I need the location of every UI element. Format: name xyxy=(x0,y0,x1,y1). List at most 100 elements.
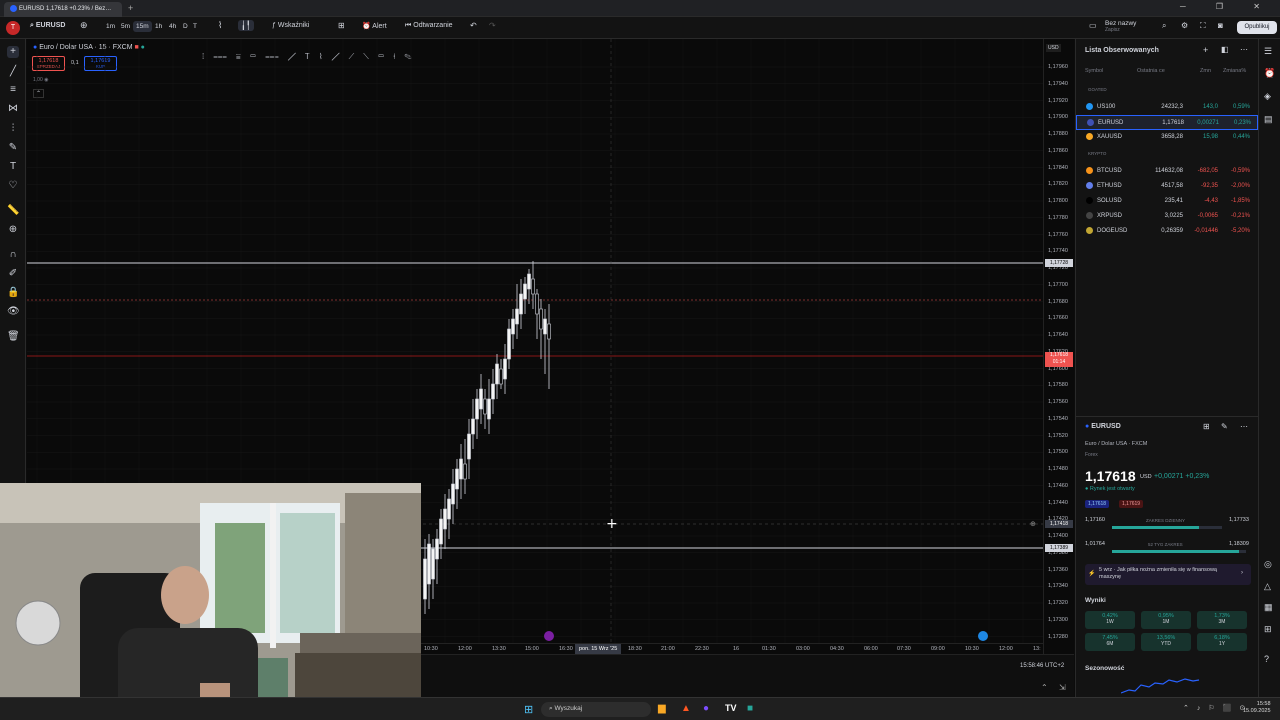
layout-icon[interactable]: ▭ xyxy=(1089,21,1097,30)
compare-symbol-icon[interactable]: ⊕ xyxy=(80,20,88,31)
file-explorer-icon[interactable]: ▆ xyxy=(658,703,666,714)
details-grid-icon[interactable]: ⊞ xyxy=(1203,422,1210,431)
redo-icon[interactable]: ↷ xyxy=(489,21,496,30)
watchlist-section-header[interactable]: GOATED xyxy=(1088,87,1107,92)
perf-cell[interactable]: 7,45% 6M xyxy=(1085,633,1135,651)
layout-name[interactable]: Bez nazwy Zapisz xyxy=(1105,20,1136,34)
watchlist-row[interactable]: US100 24232,3 143,0 0,59% xyxy=(1076,100,1258,115)
zoom-tool-icon[interactable]: ⊕ xyxy=(7,224,19,236)
text-tool-icon[interactable]: T xyxy=(7,161,19,173)
calendar-icon[interactable]: ▦ xyxy=(1264,602,1273,613)
fullscreen-icon[interactable]: ⛶ xyxy=(1200,21,1206,31)
alerts-icon[interactable]: ⏰ xyxy=(1264,68,1275,79)
indicators-label: Wskaźniki xyxy=(277,22,310,29)
help-icon[interactable]: ? xyxy=(1264,654,1269,664)
perf-cell[interactable]: 0,95% 1M xyxy=(1141,611,1191,629)
discord-icon[interactable]: ● xyxy=(703,703,709,714)
timeframe-1m[interactable]: 1m xyxy=(103,21,118,32)
perf-cell[interactable]: 13,56% YTD xyxy=(1141,633,1191,651)
avatar[interactable]: T xyxy=(6,21,20,35)
publish-button[interactable]: Opublikuj xyxy=(1237,21,1277,34)
triangle-icon[interactable]: △ xyxy=(1264,581,1271,592)
trendline-tool-icon[interactable]: ╱ xyxy=(7,66,19,78)
watchlist-icon[interactable]: ☰ xyxy=(1264,46,1272,57)
watchlist-row[interactable]: EURUSD 1,17618 0,00271 0,23% xyxy=(1076,115,1258,130)
news-item[interactable]: 5 wrz · Jak piłka nożna zmieniła się w f… xyxy=(1085,564,1251,585)
watchlist-row[interactable]: XAUUSD 3658,28 15,98 0,44% xyxy=(1076,130,1258,145)
watchlist-row[interactable]: SOLUSD 235,41 -4,43 -1,85% xyxy=(1076,194,1258,209)
details-more-icon[interactable]: ⋯ xyxy=(1240,422,1248,431)
pattern-tool-icon[interactable]: ⋈ xyxy=(7,103,19,115)
watchlist-title[interactable]: Lista Obserwowanych xyxy=(1085,47,1159,54)
apps-icon[interactable]: ⊞ xyxy=(1264,624,1272,635)
event-marker-icon xyxy=(544,631,554,641)
perf-cell[interactable]: 6,18% 1Y xyxy=(1197,633,1247,651)
app-icon[interactable]: ■ xyxy=(747,703,753,714)
undo-icon[interactable]: ↶ xyxy=(470,21,477,30)
time-axis[interactable]: 10:30 12:00 13:30 15:00 16:30 18:30 21:00 22:30… xyxy=(421,643,1043,654)
perf-cell[interactable]: 0,42% 1W xyxy=(1085,611,1135,629)
watchlist-row[interactable]: XRPUSD 3,0225 -0,0065 -0,21% xyxy=(1076,209,1258,224)
target-icon[interactable]: ◎ xyxy=(1264,559,1272,570)
quick-search-icon[interactable]: ⌕ xyxy=(1162,21,1166,31)
trash-icon[interactable]: 🗑 xyxy=(7,331,20,343)
crosshair-tool-icon[interactable]: + xyxy=(7,46,19,58)
taskbar-search[interactable]: ⌕ Wyszukaj xyxy=(541,702,651,717)
col-symbol[interactable]: Symbol xyxy=(1085,68,1103,74)
more-icon[interactable]: ⋯ xyxy=(1240,45,1248,54)
edit-icon[interactable]: ✎ xyxy=(1221,422,1228,431)
day-range-label: ZAKRES DZIENNY xyxy=(1146,518,1186,523)
ruler-tool-icon[interactable]: 📏 xyxy=(7,205,19,217)
clock-timezone[interactable]: 15:58:46 UTC+2 xyxy=(1020,663,1064,669)
icons-tool-icon[interactable]: ♡ xyxy=(7,180,19,192)
indicators-button[interactable]: ƒ Wskaźniki xyxy=(272,22,309,29)
symbol-search[interactable]: ⌕ EURUSD xyxy=(30,22,65,30)
add-symbol-icon[interactable]: + xyxy=(1203,45,1208,55)
layout-grid-icon[interactable]: ⊞ xyxy=(338,21,345,30)
candle-body xyxy=(503,358,507,380)
fib-tool-icon[interactable]: ≡ xyxy=(7,84,19,96)
wl-symbol: XAUUSD xyxy=(1097,134,1123,140)
candles-icon[interactable]: ╽╿ xyxy=(238,20,254,31)
lock-icon[interactable]: 🔒 xyxy=(7,287,19,299)
window-controls[interactable]: ─ ❐ ✕ xyxy=(1180,2,1274,11)
brush-tool-icon[interactable]: ✎ xyxy=(7,142,19,154)
timeframe-5m[interactable]: 5m xyxy=(118,21,133,32)
camera-icon[interactable]: ◙ xyxy=(1218,21,1223,30)
timeframe-15m[interactable]: 15m xyxy=(133,21,152,32)
col-last[interactable]: Ostatnia ce xyxy=(1137,68,1165,74)
forecast-tool-icon[interactable]: ⫶ xyxy=(7,123,19,135)
add-alert-icon[interactable]: ⊕ xyxy=(1030,520,1036,528)
currency-label[interactable]: USD xyxy=(1046,44,1061,52)
brave-icon[interactable]: ▲ xyxy=(681,703,691,714)
timeframe-1h[interactable]: 1h xyxy=(152,21,165,32)
watchlist-section-header[interactable]: KRYPTO xyxy=(1088,151,1106,156)
details-symbol[interactable]: ● EURUSD xyxy=(1085,423,1121,430)
alert-button[interactable]: ⏰ Alert xyxy=(362,22,387,30)
timeframe-T[interactable]: T xyxy=(190,21,200,32)
perf-cell[interactable]: 1,73% 3M xyxy=(1197,611,1247,629)
magnet-tool-icon[interactable]: ∩ xyxy=(7,249,19,261)
chat-icon[interactable]: ▤ xyxy=(1264,114,1273,125)
watchlist-row[interactable]: BTCUSD 114632,08 -682,05 -0,59% xyxy=(1076,164,1258,179)
settings-icon[interactable]: ⚙ xyxy=(1181,21,1188,30)
maximize-panel-icon[interactable]: ⇲ xyxy=(1059,683,1066,692)
tradingview-app-icon[interactable]: TV xyxy=(725,703,737,713)
col-chg[interactable]: Zmn xyxy=(1200,68,1211,74)
browser-tab[interactable]: EURUSD 1,17618 +0.23% / Bez… xyxy=(4,2,122,17)
stay-drawing-icon[interactable]: ✐ xyxy=(7,268,19,280)
taskbar-clock[interactable]: 15:58 15.09.2025 xyxy=(1243,701,1271,715)
layers-icon[interactable]: ◈ xyxy=(1264,91,1271,102)
col-chgpct[interactable]: Zmiana% xyxy=(1223,68,1246,74)
price-axis[interactable]: USD 1,17960 1,17940 1,17920 1,17900 1,17880 1… xyxy=(1030,39,1074,657)
new-tab-button[interactable]: + xyxy=(128,3,133,13)
collapse-panel-icon[interactable]: ⌃ xyxy=(1041,683,1048,692)
eye-icon[interactable]: 👁 xyxy=(7,306,20,318)
watchlist-row[interactable]: DOGEUSD 0,26359 -0,01446 -5,20% xyxy=(1076,224,1258,239)
replay-button[interactable]: ⏮ Odtwarzanie xyxy=(405,22,453,30)
chart-type-icon[interactable]: ⌇ xyxy=(218,20,222,31)
windows-start-icon[interactable]: ⊞ xyxy=(524,703,533,716)
watchlist-row[interactable]: ETHUSD 4517,58 -92,35 -2,00% xyxy=(1076,179,1258,194)
timeframe-4h[interactable]: 4h xyxy=(166,21,179,32)
watchlist-layout-icon[interactable]: ◧ xyxy=(1221,45,1229,54)
